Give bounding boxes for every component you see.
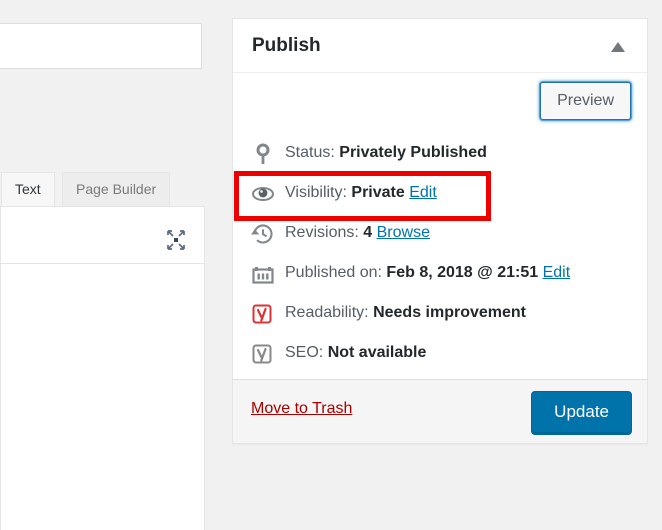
status-label: Status: bbox=[285, 144, 335, 161]
move-to-trash-link[interactable]: Move to Trash bbox=[251, 400, 352, 418]
seo-row: SEO: Not available bbox=[233, 333, 647, 373]
editor-toolbar-area bbox=[0, 206, 205, 264]
seo-value: Not available bbox=[328, 344, 427, 361]
visibility-edit-link[interactable]: Edit bbox=[409, 184, 437, 201]
readability-row: Readability: Needs improvement bbox=[233, 293, 647, 333]
readability-label: Readability: bbox=[285, 304, 369, 321]
published-on-label: Published on: bbox=[285, 264, 382, 281]
update-button[interactable]: Update bbox=[531, 391, 632, 433]
publish-metabox-header: Publish bbox=[233, 19, 647, 73]
readability-value: Needs improvement bbox=[373, 304, 526, 321]
post-editor-column: Text Page Builder bbox=[0, 0, 206, 530]
visibility-row: Visibility: Private Edit bbox=[233, 173, 647, 213]
key-icon bbox=[250, 141, 276, 167]
eye-icon bbox=[250, 181, 276, 207]
revisions-row: Revisions: 4 Browse bbox=[233, 213, 647, 253]
fullscreen-expand-icon[interactable] bbox=[165, 229, 187, 251]
visibility-value: Private bbox=[351, 184, 404, 201]
publish-metabox-title: Publish bbox=[252, 35, 321, 57]
status-value: Privately Published bbox=[339, 144, 487, 161]
publish-metabox: Publish Preview Status: Privately Publis… bbox=[232, 18, 648, 444]
seo-label: SEO: bbox=[285, 344, 323, 361]
revisions-clock-icon bbox=[250, 221, 276, 247]
preview-button[interactable]: Preview bbox=[540, 82, 631, 120]
chevron-up-icon[interactable] bbox=[603, 35, 633, 61]
editor-tab-bar: Text Page Builder bbox=[0, 172, 206, 206]
calendar-icon bbox=[250, 261, 276, 287]
published-on-edit-link[interactable]: Edit bbox=[543, 264, 571, 281]
published-on-value: Feb 8, 2018 @ 21:51 bbox=[386, 264, 538, 281]
yoast-logo-icon-grey bbox=[250, 341, 276, 367]
published-on-row: Published on: Feb 8, 2018 @ 21:51 Edit bbox=[233, 253, 647, 293]
revisions-count: 4 bbox=[363, 224, 372, 241]
revisions-browse-link[interactable]: Browse bbox=[377, 224, 430, 241]
revisions-label: Revisions: bbox=[285, 224, 359, 241]
post-title-input[interactable] bbox=[0, 23, 202, 69]
publish-misc-actions: Status: Privately Published Visibility: … bbox=[233, 133, 647, 379]
editor-content-area[interactable] bbox=[0, 264, 205, 530]
publish-footer: Move to Trash Update bbox=[233, 379, 647, 443]
editor-tab-page-builder[interactable]: Page Builder bbox=[62, 172, 170, 206]
yoast-logo-icon-red bbox=[250, 301, 276, 327]
editor-tab-text[interactable]: Text bbox=[1, 172, 55, 206]
status-row: Status: Privately Published bbox=[233, 133, 647, 173]
visibility-label: Visibility: bbox=[285, 184, 347, 201]
publish-major-actions: Preview bbox=[233, 73, 647, 133]
